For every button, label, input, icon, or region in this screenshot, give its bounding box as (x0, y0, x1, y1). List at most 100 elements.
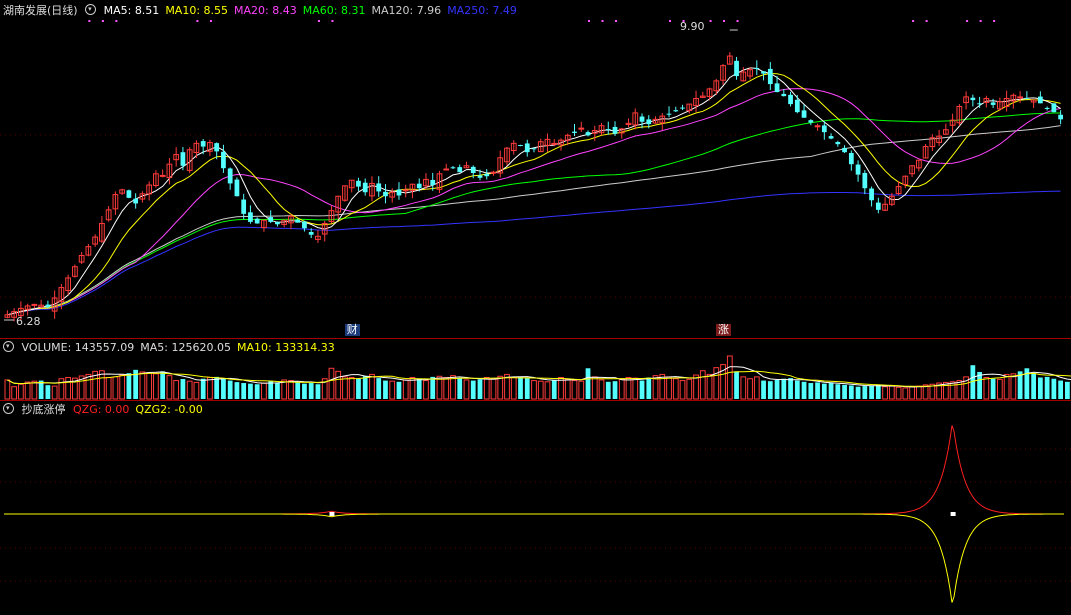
signal-dot (966, 20, 969, 22)
candle-down (794, 99, 800, 113)
volume-bar (423, 380, 429, 400)
volume-bar (848, 385, 854, 399)
stock-chart-window: 湖南发展(日线) ▾ MA5: 8.51 MA10: 8.55 MA20: 8.43… (0, 0, 1071, 615)
candle-down (1051, 103, 1057, 113)
signal-dot (317, 20, 320, 22)
volume-bar (356, 378, 361, 399)
candle-down (761, 71, 766, 74)
indicator-value: 0.00 (104, 403, 130, 416)
volume-bar (99, 370, 105, 400)
pane-divider (0, 338, 1071, 339)
volume-bar (315, 384, 321, 399)
volume-bar (335, 370, 342, 400)
candle-down (383, 191, 388, 197)
candle-down (875, 202, 881, 210)
candle-down (767, 68, 773, 85)
indicator-value: 133314.33 (275, 341, 335, 354)
volume-bar (409, 377, 416, 400)
volume-bar (740, 376, 747, 400)
volume-bar (571, 380, 578, 400)
circle-toggle-icon[interactable]: ▾ (3, 341, 14, 352)
candle-down (734, 60, 739, 77)
event-tag[interactable]: 涨 (716, 324, 732, 336)
candle-down (180, 152, 186, 166)
candle-down (835, 141, 841, 145)
volume-bar (1010, 373, 1017, 400)
volume-bar (342, 376, 348, 400)
candle-down (869, 188, 874, 201)
volume-bar (862, 386, 868, 399)
volume-bar (186, 380, 193, 400)
candle-up (159, 174, 166, 177)
candle-down (990, 102, 996, 105)
ma120-line (7, 125, 1061, 316)
volume-bar (788, 378, 793, 399)
pane-divider (0, 400, 1071, 401)
signal-dot (601, 20, 604, 22)
volume-bar (4, 379, 11, 400)
candle-down (302, 221, 307, 229)
volume-indicator-list: VOLUME: 143557.09 MA5: 125620.05 MA10: 133… (22, 341, 341, 354)
volume-bar (672, 378, 679, 400)
volume-bar (18, 383, 24, 400)
candle-down (977, 103, 982, 105)
volume-bar (734, 371, 739, 399)
volume-bar (173, 380, 180, 400)
volume-bar (470, 380, 476, 399)
candle-down (781, 93, 787, 97)
qzg2-line (4, 513, 1064, 603)
volume-bar (646, 377, 652, 399)
candle-down (275, 221, 280, 225)
candle-down (450, 167, 456, 169)
indicator-readout: VOLUME: 143557.09 (22, 341, 135, 354)
signal-dot (669, 20, 672, 22)
volume-bar (510, 377, 517, 400)
candle-up (490, 171, 497, 174)
candle-down (295, 219, 301, 223)
candle-down (396, 189, 402, 196)
volume-bar (389, 380, 396, 400)
indicator-value: 8.55 (203, 4, 229, 17)
chart-canvas[interactable] (0, 0, 1071, 615)
candle-down (774, 83, 780, 93)
circle-toggle-icon[interactable]: ▾ (85, 4, 97, 15)
volume-bar (254, 384, 260, 399)
candle-down (680, 107, 685, 109)
qzg-line (4, 425, 1064, 515)
candle-down (477, 175, 483, 178)
candle-down (470, 166, 476, 173)
volume-bar (612, 381, 618, 399)
candle-up (443, 168, 450, 171)
candle-up (1017, 96, 1023, 99)
volume-bar (430, 376, 436, 399)
volume-bar (369, 373, 375, 400)
indicator-value-list: QZG: 0.00 QZG2: -0.00 (73, 403, 209, 416)
indicator-readout: MA10: 133314.33 (237, 341, 335, 354)
volume-bar (558, 377, 564, 400)
signal-marker (950, 512, 956, 516)
volume-bar (808, 383, 814, 399)
signal-dot (588, 20, 591, 22)
indicator-value: 7.49 (492, 4, 517, 17)
candle-down (801, 110, 807, 118)
candle-down (308, 232, 314, 235)
signal-dot (115, 20, 118, 22)
volume-bar (328, 367, 335, 400)
signal-dot (196, 20, 199, 22)
volume-bar (639, 380, 645, 399)
volume-bar (200, 378, 206, 399)
event-tag[interactable]: 财 (344, 324, 360, 336)
volume-bar (902, 387, 909, 400)
circle-toggle-icon[interactable]: ▾ (3, 403, 14, 414)
volume-bar (551, 379, 557, 399)
volume-bar (801, 381, 807, 399)
volume-bar (396, 381, 402, 399)
candle-down (200, 141, 206, 147)
indicator-readout: MA60: 8.31 (303, 4, 366, 17)
candle-down (221, 151, 226, 169)
volume-bar (348, 377, 355, 400)
volume-bar (753, 376, 760, 400)
candle-down (241, 199, 247, 214)
signal-marker (329, 512, 335, 516)
candle-up (402, 189, 409, 192)
